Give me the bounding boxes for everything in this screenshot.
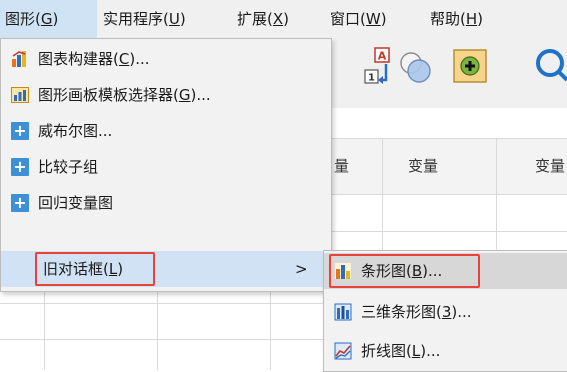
menu-help-key: H: [465, 10, 478, 28]
menu-extensions-close: ): [283, 10, 289, 28]
highlight-box: [35, 252, 155, 286]
plus-icon: +: [11, 122, 29, 140]
template-chooser-icon: [11, 87, 29, 103]
template-chooser-text: 图形画板模板选择器(: [38, 86, 179, 104]
menu-window-label: 窗口(: [330, 10, 366, 28]
menu-extensions[interactable]: 扩展(X): [237, 0, 289, 38]
line-chart-text: 折线图(: [361, 342, 412, 360]
search-icon[interactable]: [528, 44, 567, 88]
chart-builder-text: 图表构建器(: [38, 50, 119, 68]
menu-window-close: ): [380, 10, 387, 28]
use-sets-icon[interactable]: [398, 50, 434, 86]
menu-help-close: ): [477, 10, 483, 28]
3d-bar-chart-icon: [334, 303, 352, 321]
legacy-dialogs-submenu: 条形图(B)... 三维条形图(3)... 折线图(L)...: [323, 250, 567, 372]
menu-bar: 图形(G) 实用程序(U) 扩展(X) 窗口(W) 帮助(H): [0, 0, 567, 39]
line-chart-key: L: [411, 342, 421, 360]
menu-help-label: 帮助(: [430, 10, 466, 28]
chart-builder-label: 图表构建器(C)...: [38, 41, 150, 77]
chart-builder-key: C: [118, 50, 130, 68]
menu-utilities[interactable]: 实用程序(U): [103, 0, 186, 38]
plus-icon: +: [11, 158, 29, 176]
insert-case-icon[interactable]: [452, 48, 488, 84]
column-header[interactable]: 变量: [408, 138, 438, 194]
template-chooser-tail: )...: [190, 86, 211, 104]
chart-builder-tail: )...: [129, 50, 150, 68]
menu-graphs-key: G: [40, 10, 53, 28]
plus-icon: +: [11, 194, 29, 212]
column-header[interactable]: 变量: [535, 138, 565, 194]
menu-item-chart-builder[interactable]: 图表构建器(C)...: [1, 41, 331, 77]
menu-utilities-key: U: [168, 10, 180, 28]
menu-window-key: W: [365, 10, 381, 28]
menu-extensions-label: 扩展(: [237, 10, 273, 28]
line-chart-icon: [334, 342, 352, 360]
menu-graphs[interactable]: 图形(G): [0, 0, 97, 38]
highlight-box: [329, 254, 480, 288]
toolbar: A 1: [332, 38, 567, 108]
menu-item-line-chart[interactable]: 折线图(L)...: [324, 333, 567, 369]
menu-graphs-close: ): [52, 10, 59, 28]
3d-bar-chart-label: 三维条形图(3)...: [361, 294, 472, 330]
svg-text:1: 1: [368, 73, 375, 84]
menu-item-regression-variable-plots[interactable]: + 回归变量图: [1, 185, 331, 221]
compare-subgroups-label: 比较子组: [38, 158, 99, 176]
chevron-right-icon: >: [295, 260, 308, 278]
menu-utilities-label: 实用程序(: [103, 10, 169, 28]
3d-bar-chart-tail: )...: [451, 303, 472, 321]
column-header[interactable]: 量: [334, 138, 349, 194]
menu-graphs-label: 图形(: [5, 10, 41, 28]
weibull-plot-label: 威布尔图...: [38, 122, 113, 140]
value-labels-icon[interactable]: A 1: [364, 46, 394, 86]
svg-text:A: A: [378, 50, 387, 63]
menu-item-weibull-plot[interactable]: + 威布尔图...: [1, 113, 331, 149]
line-chart-label: 折线图(L)...: [361, 333, 440, 369]
menu-item-compare-subgroups[interactable]: + 比较子组: [1, 149, 331, 185]
regression-variable-plots-label: 回归变量图: [38, 194, 114, 212]
menu-window[interactable]: 窗口(W): [330, 0, 387, 38]
template-chooser-key: G: [178, 86, 191, 104]
3d-bar-chart-key: 3: [441, 303, 452, 321]
template-chooser-label: 图形画板模板选择器(G)...: [38, 77, 211, 113]
menu-help[interactable]: 帮助(H): [430, 0, 483, 38]
menu-item-template-chooser[interactable]: 图形画板模板选择器(G)...: [1, 77, 331, 113]
line-chart-tail: )...: [420, 342, 441, 360]
menu-extensions-key: X: [272, 10, 284, 28]
menu-item-3d-bar-chart[interactable]: 三维条形图(3)...: [324, 294, 567, 330]
chart-builder-icon: [12, 51, 26, 67]
menu-utilities-close: ): [179, 10, 186, 28]
3d-bar-chart-text: 三维条形图(: [361, 303, 442, 321]
graphs-dropdown-menu: 图表构建器(C)... 图形画板模板选择器(G)... + 威布尔图... + …: [0, 38, 332, 292]
